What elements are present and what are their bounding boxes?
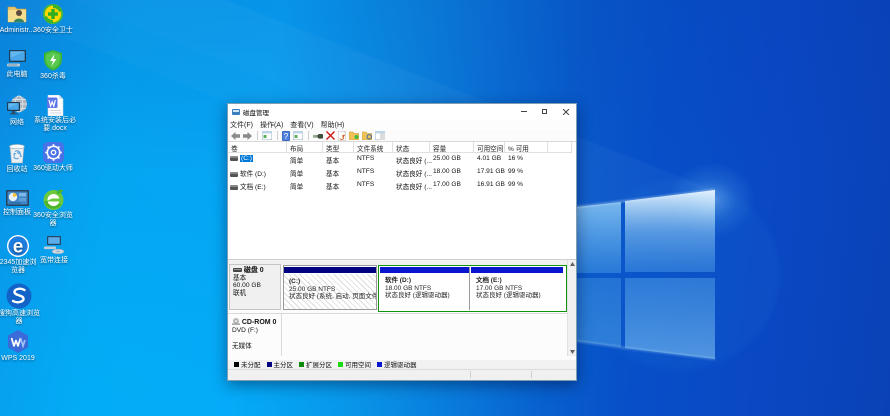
svg-text:e: e bbox=[13, 237, 24, 258]
svg-text:?: ? bbox=[284, 132, 289, 141]
